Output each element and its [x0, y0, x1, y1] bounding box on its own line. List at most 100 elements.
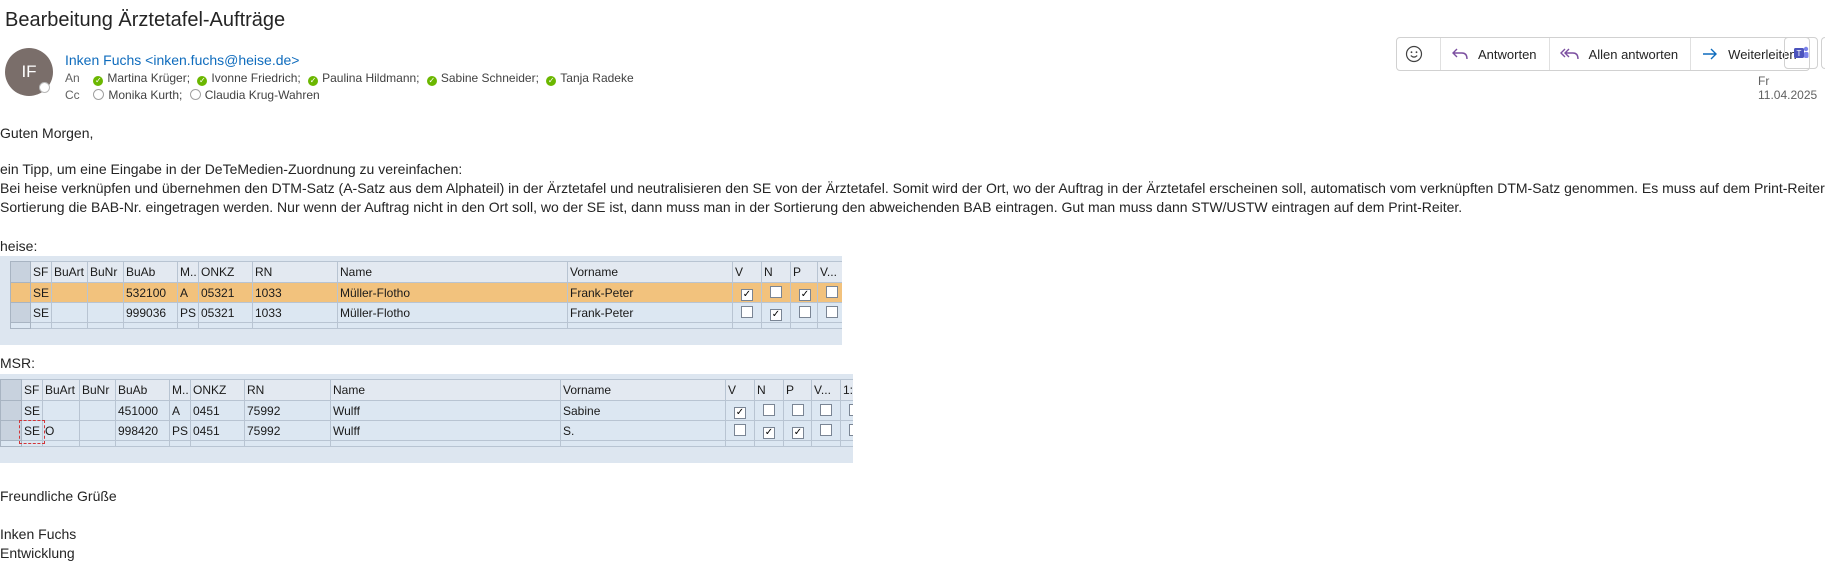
cell-buab[interactable]: 999036	[123, 302, 178, 323]
column-header[interactable]: Vorname	[567, 261, 733, 283]
checkbox-n[interactable]	[763, 403, 775, 416]
checkbox-v2[interactable]	[826, 285, 838, 298]
checkbox-v[interactable]	[741, 305, 753, 318]
reply-button[interactable]: Antworten	[1440, 38, 1549, 70]
checkbox-v[interactable]: ✓	[734, 406, 746, 419]
cell-m[interactable]: A	[177, 282, 199, 303]
cell-m[interactable]: PS	[177, 302, 199, 323]
column-header[interactable]: M..	[177, 261, 199, 283]
checkbox-n[interactable]: ✓	[763, 426, 775, 439]
table-row[interactable]: SE 532100 A 05321 1033 Müller-Flotho Fra…	[10, 282, 842, 303]
column-header[interactable]: BuArt	[42, 379, 80, 401]
column-header[interactable]: BuNr	[79, 379, 116, 401]
checkbox-p[interactable]: ✓	[792, 426, 804, 439]
checkbox-v2[interactable]	[820, 403, 832, 416]
column-header[interactable]: V...	[817, 261, 842, 283]
checkbox-p[interactable]	[799, 305, 811, 318]
column-header[interactable]: ONKZ	[198, 261, 253, 283]
cell-name[interactable]: Müller-Flotho	[337, 302, 568, 323]
recipient[interactable]: ✓ Ivonne Friedrich;	[197, 71, 301, 86]
recipient[interactable]: ✓ Paulina Hildmann;	[308, 71, 420, 86]
cell-buart[interactable]	[42, 400, 80, 421]
cell-buart[interactable]	[51, 282, 88, 303]
column-header[interactable]: RN	[252, 261, 338, 283]
cell-vorname[interactable]: Sabine	[560, 400, 726, 421]
checkbox-n[interactable]: ✓	[770, 308, 782, 321]
cell-bunr[interactable]	[87, 282, 124, 303]
row-selector[interactable]	[0, 400, 22, 421]
cell-buab[interactable]: 451000	[115, 400, 170, 421]
cell-name[interactable]: Wulff	[330, 420, 561, 441]
recipient[interactable]: ✓ Sabine Schneider;	[426, 71, 539, 86]
recipient[interactable]: Monika Kurth;	[93, 88, 182, 102]
cell-buab[interactable]: 532100	[123, 282, 178, 303]
cell-rn[interactable]: 75992	[244, 420, 331, 441]
cell-onkz[interactable]: 0451	[190, 400, 245, 421]
checkbox-p[interactable]: ✓	[799, 288, 811, 301]
column-header[interactable]: BuAb	[123, 261, 178, 283]
cell-name[interactable]: Müller-Flotho	[337, 282, 568, 303]
table-row[interactable]: SE 451000 A 0451 75992 Wulff Sabine ✓	[0, 400, 853, 421]
checkbox-v2[interactable]	[826, 305, 838, 318]
sender-link[interactable]: Inken Fuchs <inken.fuchs@heise.de>	[65, 52, 299, 68]
recipient[interactable]: Claudia Krug-Wahren	[189, 88, 320, 102]
emoji-react-button[interactable]	[1397, 38, 1440, 70]
checkbox-p[interactable]	[792, 403, 804, 416]
cell-bunr[interactable]	[79, 420, 116, 441]
column-header[interactable]: P	[783, 379, 812, 401]
row-header-corner[interactable]	[0, 379, 22, 401]
checkbox-v2[interactable]	[820, 423, 832, 436]
cell-vorname[interactable]: Frank-Peter	[567, 282, 733, 303]
column-header[interactable]: M..	[169, 379, 191, 401]
column-header[interactable]: N	[754, 379, 784, 401]
cell-m[interactable]: A	[169, 400, 191, 421]
column-header[interactable]: V	[725, 379, 755, 401]
column-header[interactable]: P	[790, 261, 818, 283]
cell-name[interactable]: Wulff	[330, 400, 561, 421]
cell-sf[interactable]: SE	[30, 282, 52, 303]
column-header[interactable]: Name	[330, 379, 561, 401]
table-row[interactable]: SE O 998420 PS 0451 75992 Wulff S. ✓ ✓	[0, 420, 853, 441]
cell-onkz[interactable]: 05321	[198, 302, 253, 323]
cell-rn[interactable]: 1033	[252, 282, 338, 303]
cell-vorname[interactable]: S.	[560, 420, 726, 441]
recipient[interactable]: ✓ Martina Krüger;	[93, 71, 190, 86]
column-header[interactable]: RN	[244, 379, 331, 401]
column-header[interactable]: V...	[811, 379, 841, 401]
row-header-corner[interactable]	[10, 261, 31, 283]
column-header[interactable]: 1:	[840, 379, 853, 401]
recipient[interactable]: ✓ Tanja Radeke	[546, 71, 634, 86]
checkbox-v[interactable]: ✓	[741, 288, 753, 301]
checkbox-n[interactable]	[770, 285, 782, 298]
row-selector[interactable]	[10, 282, 31, 303]
column-header[interactable]: N	[761, 261, 791, 283]
column-header[interactable]: BuAb	[115, 379, 170, 401]
cell-vorname[interactable]: Frank-Peter	[567, 302, 733, 323]
cell-buab[interactable]: 998420	[115, 420, 170, 441]
table-row[interactable]: SE 999036 PS 05321 1033 Müller-Flotho Fr…	[10, 302, 842, 323]
cell-buart[interactable]: O	[42, 420, 80, 441]
cell-rn[interactable]: 75992	[244, 400, 331, 421]
cell-buart[interactable]	[51, 302, 88, 323]
cell-onkz[interactable]: 0451	[190, 420, 245, 441]
checkbox-extra[interactable]	[849, 403, 853, 416]
more-actions-button[interactable]	[1821, 37, 1825, 69]
column-header[interactable]: SF	[21, 379, 43, 401]
column-header[interactable]: BuArt	[51, 261, 88, 283]
teams-share-button[interactable]: T	[1784, 37, 1818, 69]
cell-m[interactable]: PS	[169, 420, 191, 441]
row-selector[interactable]	[10, 302, 31, 323]
checkbox-v[interactable]	[734, 423, 746, 436]
reply-all-button[interactable]: Allen antworten	[1548, 38, 1691, 70]
cell-sf[interactable]: SE	[21, 400, 43, 421]
column-header[interactable]: Name	[337, 261, 568, 283]
cell-bunr[interactable]	[87, 302, 124, 323]
cell-sf[interactable]: SE	[30, 302, 52, 323]
column-header[interactable]: Vorname	[560, 379, 726, 401]
column-header[interactable]: SF	[30, 261, 52, 283]
checkbox-extra[interactable]	[849, 423, 853, 436]
cell-onkz[interactable]: 05321	[198, 282, 253, 303]
column-header[interactable]: ONKZ	[190, 379, 245, 401]
cell-rn[interactable]: 1033	[252, 302, 338, 323]
cell-bunr[interactable]	[79, 400, 116, 421]
